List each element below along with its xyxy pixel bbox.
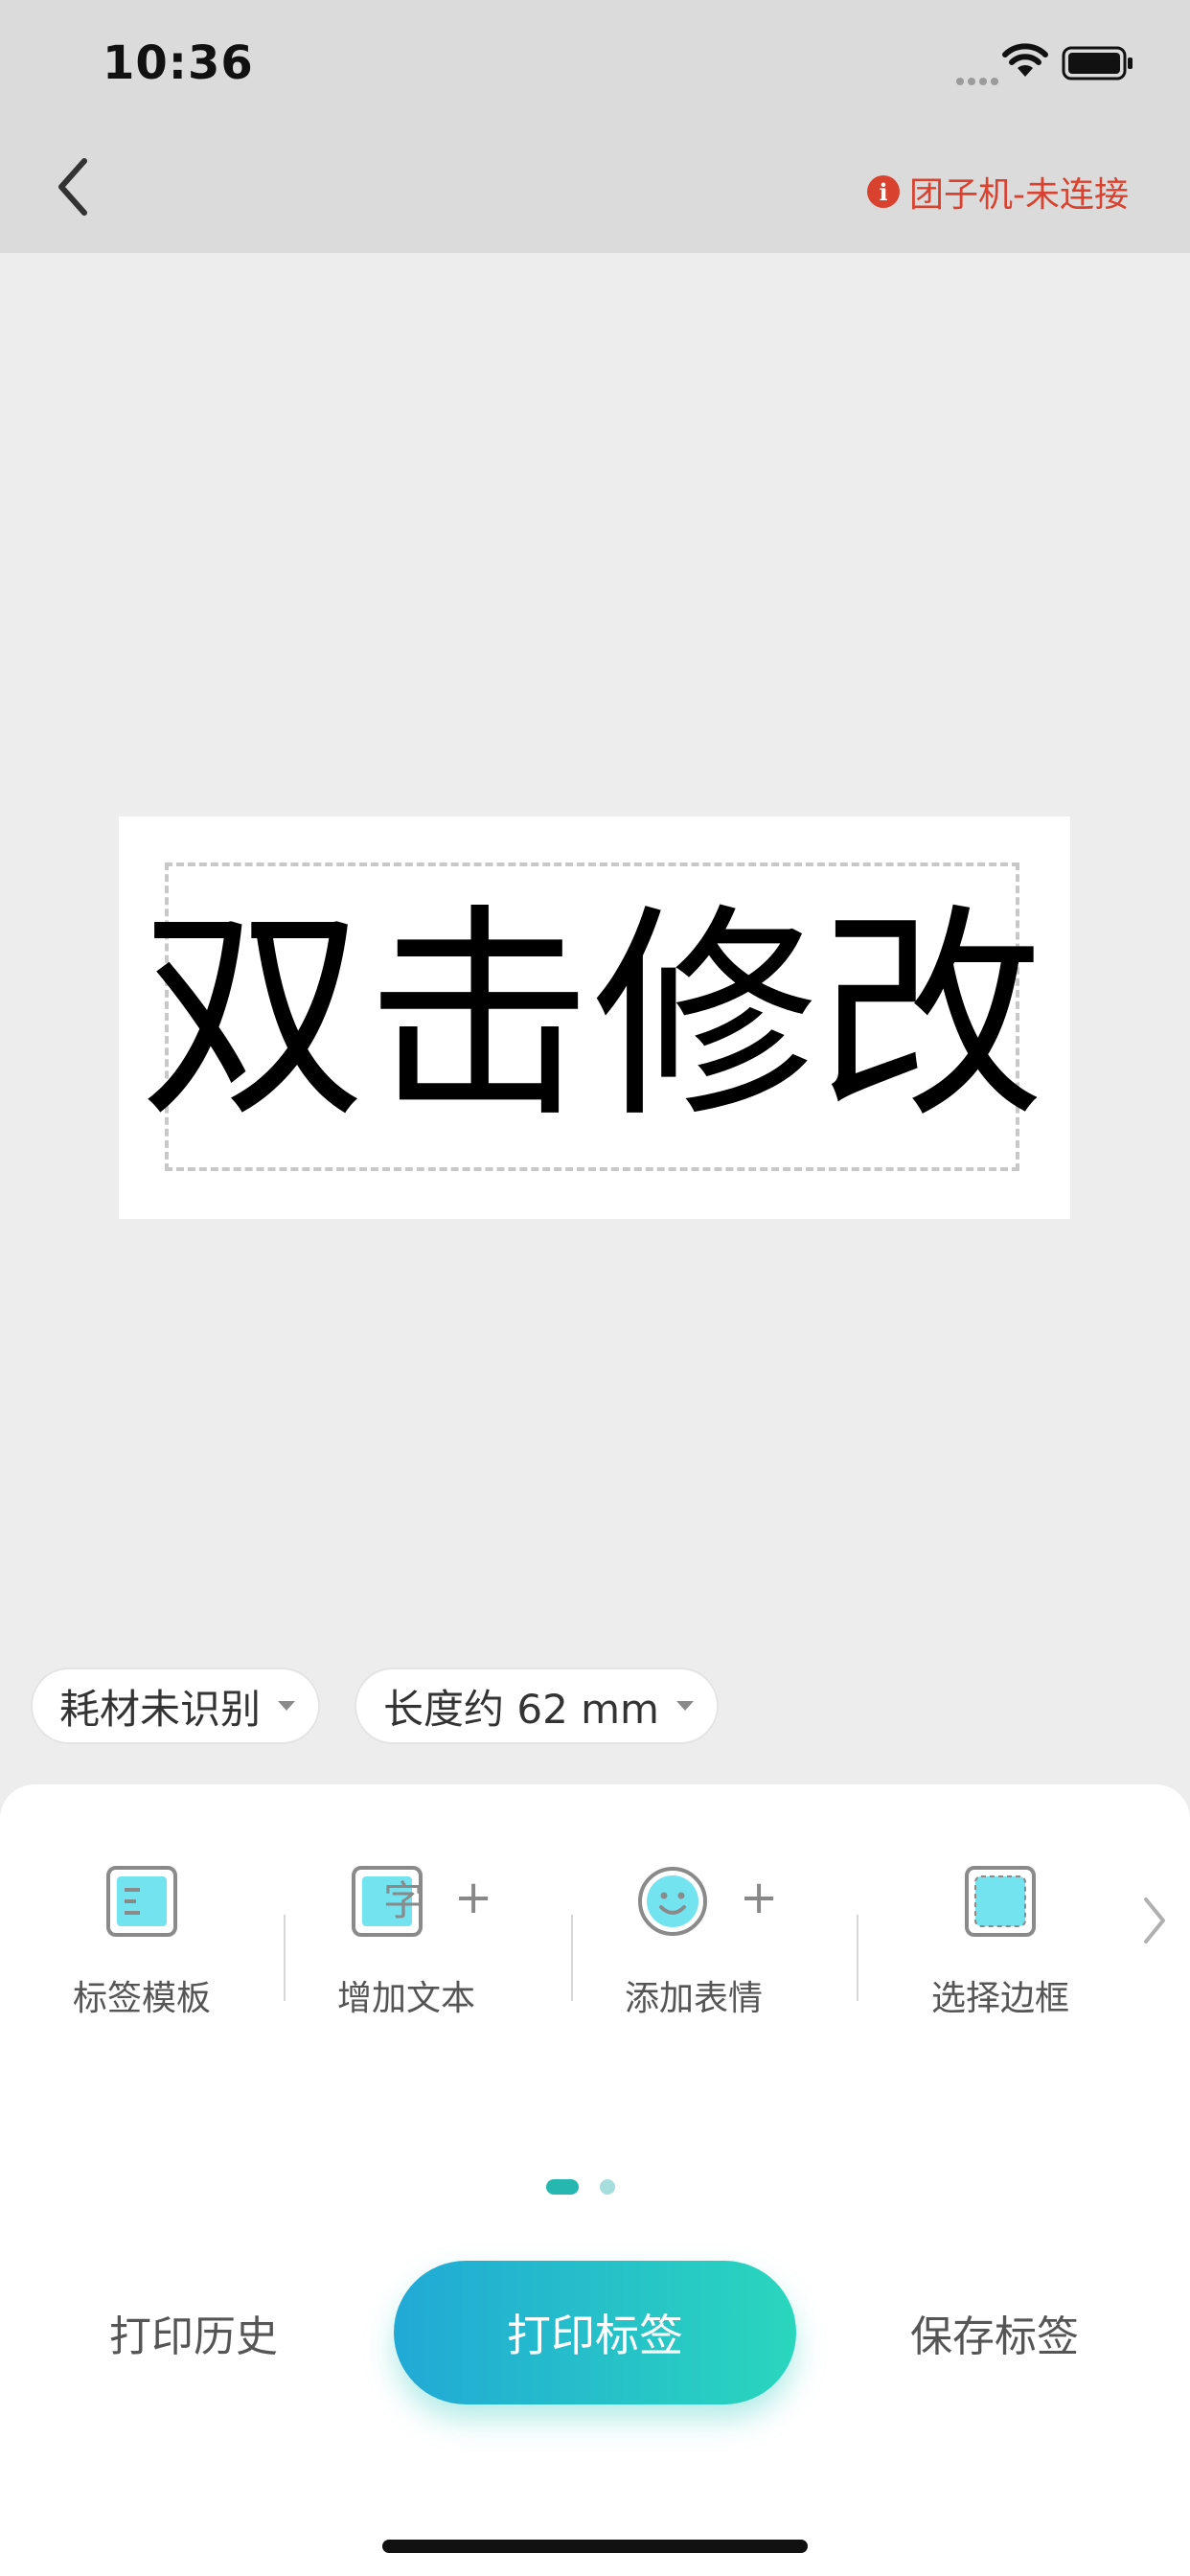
printer-connection-status[interactable]: i 团子机-未连接	[867, 167, 1129, 217]
consumable-dropdown[interactable]: 耗材未识别	[31, 1668, 321, 1744]
text-glyph: 字	[382, 1877, 423, 1924]
tool-divider	[284, 1915, 286, 2001]
label-canvas[interactable]: 双击修改	[119, 816, 1070, 1219]
cellular-signal-icon	[956, 71, 1002, 89]
page-dot[interactable]	[600, 2179, 615, 2195]
home-indicator	[382, 2540, 808, 2553]
tool-label: 标签模板	[72, 1979, 211, 2018]
label-text[interactable]: 双击修改	[140, 904, 1044, 1130]
emoji-icon	[638, 1867, 707, 1936]
tool-divider	[857, 1915, 858, 2001]
plus-icon: +	[740, 1871, 779, 1924]
template-icon	[106, 1866, 177, 1937]
text-element-frame[interactable]: 双击修改	[140, 862, 1044, 1171]
length-label: 长度约 62 mm	[383, 1685, 659, 1733]
status-icons	[924, 42, 1134, 85]
tool-label: 添加表情	[624, 1979, 763, 2018]
status-time: 10:36	[103, 36, 254, 90]
page-dot-active[interactable]	[546, 2179, 579, 2195]
wifi-icon	[1002, 43, 1048, 77]
tool-label: 增加文本	[336, 1979, 475, 2018]
tool-strip: 标签模板 字 + 增加文本 + 添加表情 选择边框	[0, 1865, 1190, 2018]
caret-down-icon	[675, 1701, 694, 1711]
chevron-right-icon[interactable]	[1140, 1894, 1169, 1947]
bottom-panel: 标签模板 字 + 增加文本 + 添加表情 选择边框 打印历史 打印标签 保存标签	[0, 1784, 1190, 2576]
connection-status-text: 团子机-未连接	[909, 175, 1129, 215]
consumable-label: 耗材未识别	[59, 1685, 262, 1733]
tool-divider	[571, 1915, 573, 2001]
border-icon	[965, 1866, 1036, 1937]
caret-down-icon	[278, 1701, 296, 1711]
tool-label: 选择边框	[930, 1979, 1069, 2018]
tool-add-text[interactable]: 字 + 增加文本	[301, 1865, 512, 2018]
top-bar: 10:36 i 团子机-未连接	[0, 0, 1190, 253]
tool-add-emoji[interactable]: + 添加表情	[588, 1865, 799, 2018]
tool-select-border[interactable]: 选择边框	[895, 1865, 1106, 2018]
tool-label-template[interactable]: 标签模板	[36, 1865, 247, 2018]
info-icon: i	[867, 175, 900, 208]
print-label-button[interactable]: 打印标签	[394, 2261, 796, 2404]
print-history-button[interactable]: 打印历史	[109, 2302, 278, 2363]
plus-icon: +	[454, 1871, 493, 1924]
back-chevron-icon[interactable]	[48, 153, 96, 220]
length-dropdown[interactable]: 长度约 62 mm	[355, 1668, 719, 1744]
save-label-button[interactable]: 保存标签	[910, 2302, 1079, 2363]
battery-icon	[1062, 46, 1133, 80]
